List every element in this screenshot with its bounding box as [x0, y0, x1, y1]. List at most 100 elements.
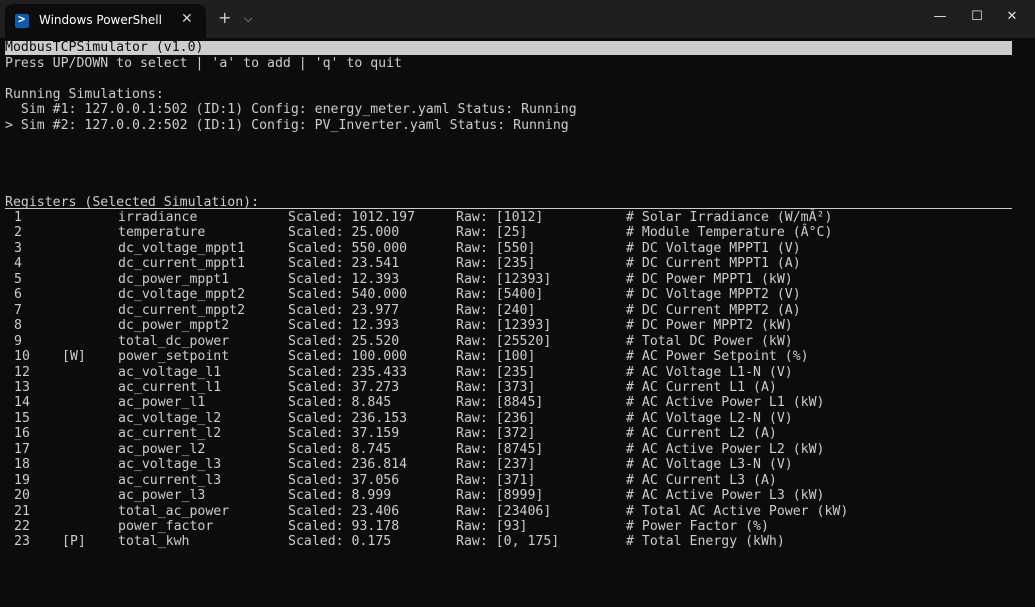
close-button[interactable]: ✕ [989, 0, 1035, 34]
register-scaled: Scaled: 93.178 [288, 519, 400, 534]
register-num: 21 [14, 503, 30, 519]
register-row: 9 total_dc_power Scaled: 25.520 Raw: [25520… [0, 334, 1035, 350]
register-row: 22 power_factor Scaled: 93.178 Raw: [93] # P… [0, 519, 1035, 535]
register-num: 12 [14, 364, 30, 380]
register-raw: Raw: [372] [456, 426, 536, 442]
register-raw: Raw: [25] [456, 225, 528, 241]
register-row: 8 dc_power_mppt2 Scaled: 12.393 Raw: [12393… [0, 318, 1035, 334]
register-raw: Raw: [373] [456, 379, 536, 395]
new-tab-button[interactable]: + [218, 10, 231, 26]
register-comment: # DC Current MPPT2 (A) [626, 302, 801, 318]
register-row: 13 ac_current_l1 Scaled: 37.273 Raw: [373] #… [0, 380, 1035, 396]
register-num: 17 [14, 441, 30, 457]
register-num: 1 [14, 210, 22, 225]
register-scaled: Scaled: 100.000 [288, 349, 408, 365]
register-num: 7 [14, 302, 22, 318]
register-name: ac_power_l3 [118, 488, 206, 504]
register-row: 3 dc_voltage_mppt1 Scaled: 550.000 Raw: [55… [0, 241, 1035, 257]
register-comment: # AC Power Setpoint (%) [626, 349, 809, 365]
register-scaled: Scaled: 236.814 [288, 457, 408, 473]
register-name: total_ac_power [118, 503, 230, 519]
register-scaled: Scaled: 23.977 [288, 302, 400, 318]
register-name: dc_current_mppt1 [118, 256, 246, 272]
register-row: 23 [P] total_kwh Scaled: 0.175 Raw: [0, 175]… [0, 534, 1035, 550]
register-scaled: Scaled: 236.153 [288, 410, 408, 426]
register-num: 19 [14, 472, 30, 488]
register-name: ac_current_l3 [118, 472, 222, 488]
register-raw: Raw: [550] [456, 240, 536, 256]
register-comment: # Solar Irradiance (W/mÂ²) [626, 210, 833, 225]
running-title: Running Simulations: [5, 87, 164, 102]
help-text: Press UP/DOWN to select | 'a' to add | '… [5, 56, 402, 71]
tab-title: Windows PowerShell [39, 13, 162, 27]
register-row: 10 [W] power_setpoint Scaled: 100.000 Raw: [… [0, 349, 1035, 365]
register-comment: # Total Energy (kWh) [626, 534, 785, 550]
register-scaled: Scaled: 550.000 [288, 240, 408, 256]
register-comment: # AC Active Power L3 (kW) [626, 488, 825, 504]
register-name: ac_power_l1 [118, 395, 206, 411]
powershell-icon [15, 12, 29, 28]
register-row: 12 ac_voltage_l1 Scaled: 235.433 Raw: [235]… [0, 365, 1035, 381]
register-num: 2 [14, 225, 22, 241]
register-raw: Raw: [236] [456, 410, 536, 426]
chevron-down-icon[interactable]: ⌵ [244, 12, 252, 26]
tab-close-icon[interactable]: ✕ [181, 11, 193, 27]
register-scaled: Scaled: 25.520 [288, 333, 400, 349]
register-scaled: Scaled: 8.745 [288, 441, 392, 457]
register-raw: Raw: [100] [456, 349, 536, 365]
register-raw: Raw: [235] [456, 256, 536, 272]
register-row: 19 ac_current_l3 Scaled: 37.056 Raw: [371] #… [0, 473, 1035, 489]
register-raw: Raw: [0, 175] [456, 534, 560, 550]
title-bar: Windows PowerShell ✕ + ⌵ — ☐ ✕ [0, 0, 1035, 38]
register-num: 15 [14, 410, 30, 426]
register-raw: Raw: [240] [456, 302, 536, 318]
register-raw: Raw: [93] [456, 519, 528, 534]
terminal-area[interactable]: ModbusTCPSimulator (v1.0) Press UP/DOWN … [0, 38, 1035, 607]
register-scaled: Scaled: 25.000 [288, 225, 400, 241]
register-scaled: Scaled: 37.056 [288, 472, 400, 488]
register-raw: Raw: [237] [456, 457, 536, 473]
register-row: 4 dc_current_mppt1 Scaled: 23.541 Raw: [235… [0, 256, 1035, 272]
register-row: 16 ac_current_l2 Scaled: 37.159 Raw: [372] #… [0, 426, 1035, 442]
register-row: 15 ac_voltage_l2 Scaled: 236.153 Raw: [236]… [0, 411, 1035, 427]
register-row: 6 dc_voltage_mppt2 Scaled: 540.000 Raw: [54… [0, 287, 1035, 303]
register-name: dc_voltage_mppt2 [118, 287, 246, 303]
sim-row[interactable]: Sim #1: 127.0.0.1:502 (ID:1) Config: ene… [5, 102, 577, 118]
register-scaled: Scaled: 540.000 [288, 287, 408, 303]
register-comment: # DC Current MPPT1 (A) [626, 256, 801, 272]
register-row: 1 irradiance Scaled: 1012.197 Raw: [1012] # … [0, 210, 1035, 226]
register-name: ac_voltage_l3 [118, 457, 222, 473]
register-name: ac_current_l2 [118, 426, 222, 442]
register-scaled: Scaled: 235.433 [288, 364, 408, 380]
register-row: 18 ac_voltage_l3 Scaled: 236.814 Raw: [237]… [0, 457, 1035, 473]
register-name: total_kwh [118, 534, 190, 550]
register-num: 3 [14, 240, 22, 256]
register-name: temperature [118, 225, 206, 241]
register-row: 14 ac_power_l1 Scaled: 8.845 Raw: [8845] # A… [0, 395, 1035, 411]
register-comment: # DC Voltage MPPT1 (V) [626, 240, 801, 256]
register-comment: # AC Voltage L3-N (V) [626, 457, 793, 473]
register-scaled: Scaled: 37.159 [288, 426, 400, 442]
register-name: total_dc_power [118, 333, 230, 349]
register-row: 7 dc_current_mppt2 Scaled: 23.977 Raw: [240… [0, 303, 1035, 319]
register-comment: # AC Active Power L2 (kW) [626, 441, 825, 457]
register-scaled: Scaled: 12.393 [288, 318, 400, 334]
register-num: 6 [14, 287, 22, 303]
sim-row-selected[interactable]: > Sim #2: 127.0.0.2:502 (ID:1) Config: P… [5, 118, 569, 134]
register-name: ac_current_l1 [118, 379, 222, 395]
register-comment: # AC Active Power L1 (kW) [626, 395, 825, 411]
register-raw: Raw: [8999] [456, 488, 544, 504]
register-comment: # AC Voltage L1-N (V) [626, 364, 793, 380]
register-raw: Raw: [12393] [456, 271, 552, 287]
register-raw: Raw: [1012] [456, 210, 544, 225]
tab-windows-powershell[interactable]: Windows PowerShell ✕ [5, 4, 206, 38]
register-comment: # AC Current L3 (A) [626, 472, 777, 488]
register-num: 8 [14, 318, 22, 334]
register-flag: [P] [62, 534, 86, 550]
register-num: 5 [14, 271, 22, 287]
register-name: dc_voltage_mppt1 [118, 240, 246, 256]
register-row: 20 ac_power_l3 Scaled: 8.999 Raw: [8999] # A… [0, 488, 1035, 504]
register-comment: # Total AC Active Power (kW) [626, 503, 849, 519]
register-scaled: Scaled: 12.393 [288, 271, 400, 287]
register-comment: # DC Power MPPT1 (kW) [626, 271, 793, 287]
